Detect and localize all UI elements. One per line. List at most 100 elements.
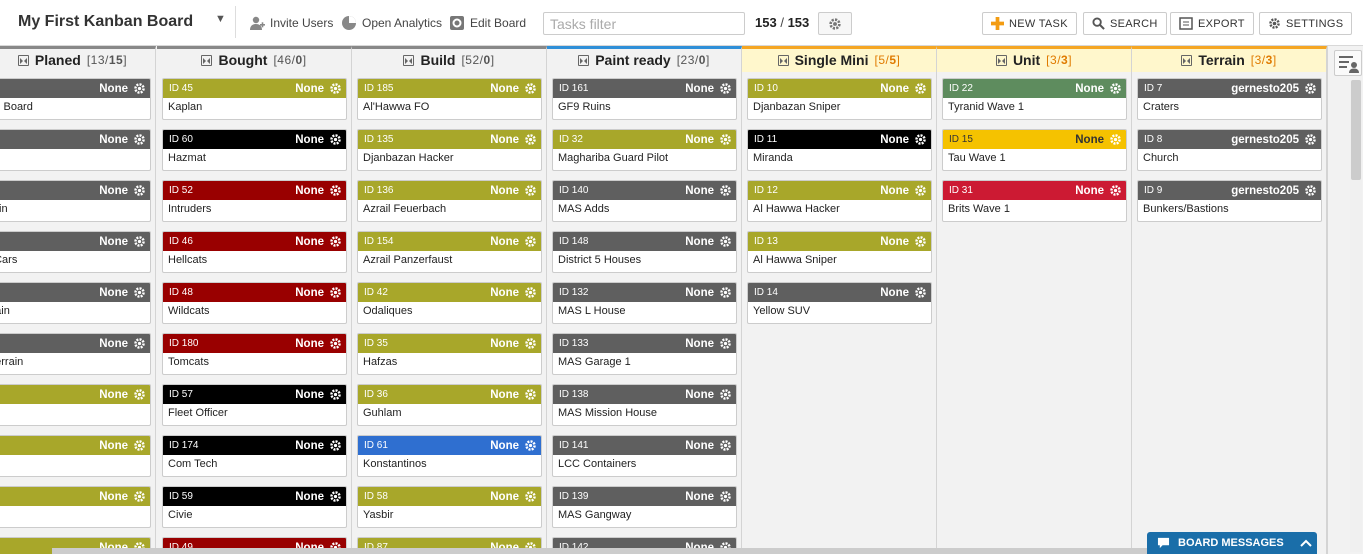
card-settings-gear-icon[interactable] [718,184,732,198]
task-owner[interactable]: None [1075,185,1104,197]
task-owner[interactable]: None [295,134,324,146]
collapse-column-icon[interactable] [1181,54,1193,66]
card-settings-gear-icon[interactable] [1303,184,1317,198]
task-card[interactable]: ID 35 None Hafzas [357,333,542,375]
card-settings-gear-icon[interactable] [1108,184,1122,198]
collapse-column-icon[interactable] [17,54,29,66]
task-owner[interactable]: None [99,287,128,299]
collapse-column-icon[interactable] [995,54,1007,66]
card-settings-gear-icon[interactable] [132,184,146,198]
task-card[interactable]: ID 31 None Brits Wave 1 [942,180,1127,222]
column-header-bought[interactable]: Bought [46/0] [157,46,352,72]
task-owner[interactable]: None [295,491,324,503]
task-owner[interactable]: None [99,440,128,452]
task-owner[interactable]: None [490,236,519,248]
filter-settings-button[interactable] [818,12,852,35]
task-card[interactable]: ID 139 None MAS Gangway [552,486,737,528]
card-settings-gear-icon[interactable] [328,388,342,402]
card-settings-gear-icon[interactable] [1108,82,1122,96]
task-card[interactable]: ID 32 None Maghariba Guard Pilot [552,129,737,171]
task-card[interactable]: ID 36 None Guhlam [357,384,542,426]
task-owner[interactable]: None [295,338,324,350]
collapse-column-icon[interactable] [578,54,590,66]
card-settings-gear-icon[interactable] [523,184,537,198]
task-owner[interactable]: None [685,389,714,401]
task-card[interactable]: ID 42 None Odaliques [357,282,542,324]
column-header-build[interactable]: Build [52/0] [352,46,547,72]
task-owner[interactable]: None [685,491,714,503]
card-settings-gear-icon[interactable] [913,286,927,300]
task-card[interactable]: ID 11 None Miranda [747,129,932,171]
task-card[interactable]: ID 57 None Fleet Officer [162,384,347,426]
task-owner[interactable]: None [685,338,714,350]
task-owner[interactable]: None [490,389,519,401]
task-owner[interactable]: None [99,389,128,401]
task-card[interactable]: None ill Terrain [0,282,151,324]
card-settings-gear-icon[interactable] [523,82,537,96]
card-settings-gear-icon[interactable] [1108,133,1122,147]
task-owner[interactable]: None [295,83,324,95]
task-card[interactable]: 0None iso Train [0,180,151,222]
task-owner[interactable]: None [685,83,714,95]
task-owner[interactable]: None [99,134,128,146]
task-card[interactable]: ID 59 None Civie [162,486,347,528]
task-card[interactable]: ID 58 None Yasbir [357,486,542,528]
card-settings-gear-icon[interactable] [132,388,146,402]
card-settings-gear-icon[interactable] [328,286,342,300]
edit-board-link[interactable]: Edit Board [449,15,526,31]
column-header-single-mini[interactable]: Single Mini [5/5] [742,46,937,72]
card-settings-gear-icon[interactable] [718,388,732,402]
task-owner[interactable]: gernesto205 [1231,134,1299,146]
task-card[interactable]: ID 12 None Al Hawwa Hacker [747,180,932,222]
task-owner[interactable]: None [295,185,324,197]
new-task-button[interactable]: NEW TASK [982,12,1077,35]
task-card[interactable]: ID 61 None Konstantinos [357,435,542,477]
task-owner[interactable]: None [99,185,128,197]
task-card[interactable]: ID 8 gernesto205 Church [1137,129,1322,171]
card-settings-gear-icon[interactable] [913,82,927,96]
task-owner[interactable]: None [99,236,128,248]
card-settings-gear-icon[interactable] [132,133,146,147]
card-settings-gear-icon[interactable] [328,490,342,504]
card-settings-gear-icon[interactable] [328,439,342,453]
task-owner[interactable]: None [1075,134,1104,146]
card-settings-gear-icon[interactable] [328,82,342,96]
column-header-terrain[interactable]: Terrain [3/3] [1132,46,1327,72]
card-settings-gear-icon[interactable] [913,184,927,198]
card-settings-gear-icon[interactable] [718,82,732,96]
task-owner[interactable]: None [490,287,519,299]
card-settings-gear-icon[interactable] [132,235,146,249]
column-header-paint-ready[interactable]: Paint ready [23/0] [547,46,742,72]
task-card[interactable]: ID 9 gernesto205 Bunkers/Bastions [1137,180,1322,222]
task-card[interactable]: ID 132 None MAS L House [552,282,737,324]
column-header-planed[interactable]: Planed [13/15] [0,46,156,72]
card-settings-gear-icon[interactable] [132,286,146,300]
task-owner[interactable]: None [295,440,324,452]
task-card[interactable]: ID 138 None MAS Mission House [552,384,737,426]
task-card[interactable]: ID 14 None Yellow SUV [747,282,932,324]
card-settings-gear-icon[interactable] [718,286,732,300]
task-owner[interactable]: None [685,287,714,299]
card-settings-gear-icon[interactable] [328,235,342,249]
task-card[interactable]: None an [0,486,151,528]
task-card[interactable]: None a Wars Board [0,78,151,120]
task-owner[interactable]: None [99,83,128,95]
task-owner[interactable]: None [295,236,324,248]
column-header-unit[interactable]: Unit [3/3] [937,46,1132,72]
board-title[interactable]: My First Kanban Board [18,13,193,31]
task-card[interactable]: ID 60 None Hazmat [162,129,347,171]
task-card[interactable]: ID 174 None Com Tech [162,435,347,477]
task-owner[interactable]: None [880,236,909,248]
task-owner[interactable]: None [490,185,519,197]
card-settings-gear-icon[interactable] [1303,82,1317,96]
horizontal-scrollbar[interactable] [52,548,1152,554]
task-card[interactable]: ID 45 None Kaplan [162,78,347,120]
task-owner[interactable]: None [1075,83,1104,95]
task-owner[interactable]: None [685,236,714,248]
invite-users-link[interactable]: Invite Users [249,15,333,31]
search-button[interactable]: SEARCH [1083,12,1167,35]
card-settings-gear-icon[interactable] [718,235,732,249]
task-owner[interactable]: gernesto205 [1231,83,1299,95]
export-button[interactable]: EXPORT [1170,12,1254,35]
card-settings-gear-icon[interactable] [718,490,732,504]
